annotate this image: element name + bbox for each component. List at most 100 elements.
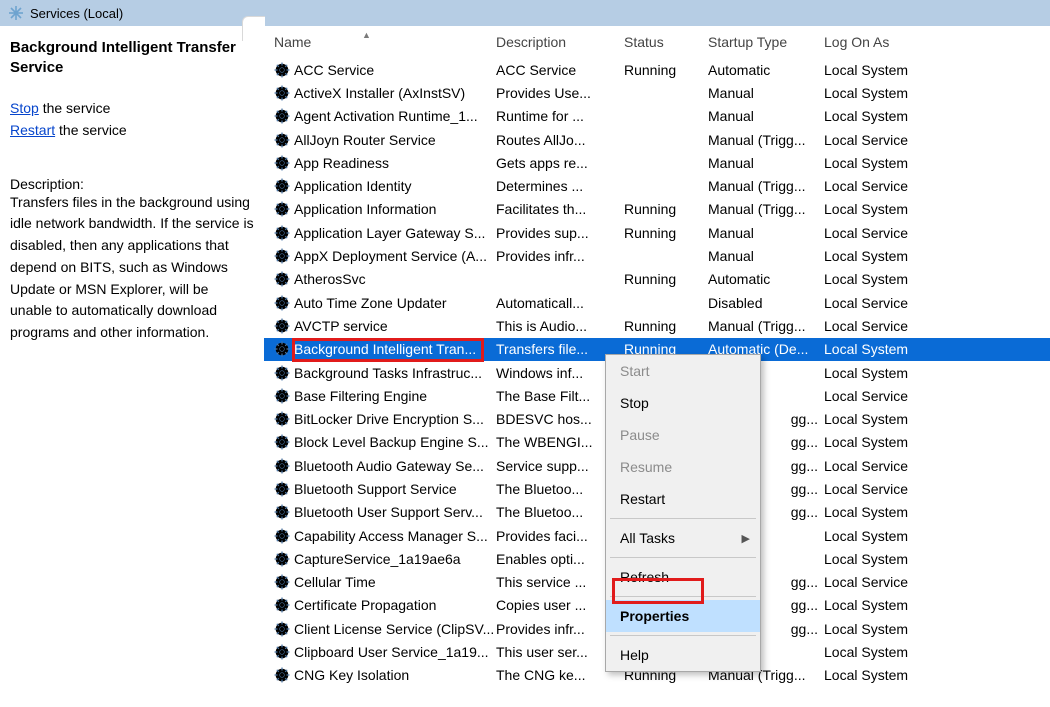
cell-name: Application Identity [294, 178, 496, 194]
cell-startup: Manual [708, 225, 824, 241]
submenu-caret-icon: ▶ [742, 532, 750, 545]
cell-startup: Automatic [708, 271, 824, 287]
column-headers: Name ▲ Description Status Startup Type L… [264, 26, 1050, 58]
service-row[interactable]: App ReadinessGets apps re...ManualLocal … [264, 151, 1050, 174]
gear-icon [274, 574, 290, 590]
cell-logon: Local System [824, 434, 964, 450]
col-description[interactable]: Description [496, 34, 624, 50]
gear-icon [274, 295, 290, 311]
gear-icon [274, 62, 290, 78]
cell-logon: Local System [824, 597, 964, 613]
menu-pause: Pause [606, 419, 760, 451]
cell-status: Running [624, 62, 708, 78]
service-row[interactable]: Application IdentityDetermines ...Manual… [264, 174, 1050, 197]
titlebar: Services (Local) [0, 0, 1050, 26]
cell-description: Provides infr... [496, 248, 624, 264]
menu-stop[interactable]: Stop [606, 387, 760, 419]
cell-logon: Local System [824, 667, 964, 683]
cell-logon: Local Service [824, 481, 964, 497]
cell-logon: Local Service [824, 574, 964, 590]
col-name[interactable]: Name ▲ [274, 34, 496, 50]
cell-logon: Local Service [824, 132, 964, 148]
cell-description: Facilitates th... [496, 201, 624, 217]
cell-status: Running [624, 318, 708, 334]
cell-status: Running [624, 201, 708, 217]
menu-separator [610, 596, 756, 597]
col-startup[interactable]: Startup Type [708, 34, 824, 50]
service-row[interactable]: ActiveX Installer (AxInstSV)Provides Use… [264, 81, 1050, 104]
cell-name: AVCTP service [294, 318, 496, 334]
selected-service-title: Background Intelligent Transfer Service [10, 38, 254, 77]
menu-resume: Resume [606, 451, 760, 483]
restart-suffix: the service [55, 122, 127, 138]
cell-name: Bluetooth User Support Serv... [294, 504, 496, 520]
stop-service-link[interactable]: Stop [10, 100, 39, 116]
cell-logon: Local System [824, 108, 964, 124]
menu-separator [610, 518, 756, 519]
cell-startup: Manual (Trigg... [708, 201, 824, 217]
gear-icon [274, 597, 290, 613]
cell-description: Routes AllJo... [496, 132, 624, 148]
menu-start: Start [606, 355, 760, 387]
service-row[interactable]: AppX Deployment Service (A...Provides in… [264, 244, 1050, 267]
cell-name: AllJoyn Router Service [294, 132, 496, 148]
sort-asc-icon: ▲ [362, 30, 371, 40]
cell-logon: Local Service [824, 225, 964, 241]
cell-name: Auto Time Zone Updater [294, 295, 496, 311]
service-row[interactable]: AtherosSvcRunningAutomaticLocal System [264, 268, 1050, 291]
cell-description: Provides Use... [496, 85, 624, 101]
cell-name: Block Level Backup Engine S... [294, 434, 496, 450]
cell-name: BitLocker Drive Encryption S... [294, 411, 496, 427]
gear-icon [274, 667, 290, 683]
service-row[interactable]: Application InformationFacilitates th...… [264, 198, 1050, 221]
menu-separator [610, 635, 756, 636]
gear-icon [274, 132, 290, 148]
cell-logon: Local Service [824, 178, 964, 194]
col-logon[interactable]: Log On As [824, 34, 964, 50]
gear-icon [274, 108, 290, 124]
gear-icon [274, 85, 290, 101]
service-row[interactable]: AllJoyn Router ServiceRoutes AllJo... Man… [264, 128, 1050, 151]
cell-description: Determines ... [496, 178, 624, 194]
gear-icon [274, 388, 290, 404]
gear-icon [274, 621, 290, 637]
cell-description: Gets apps re... [496, 155, 624, 171]
cell-name: Cellular Time [294, 574, 496, 590]
cell-logon: Local Service [824, 458, 964, 474]
col-status[interactable]: Status [624, 34, 708, 50]
menu-restart[interactable]: Restart [606, 483, 760, 515]
menu-refresh[interactable]: Refresh [606, 561, 760, 593]
cell-status: Running [624, 271, 708, 287]
cell-startup: Manual (Trigg... [708, 132, 824, 148]
menu-all-tasks[interactable]: All Tasks ▶ [606, 522, 760, 554]
gear-icon [274, 178, 290, 194]
cell-name: Agent Activation Runtime_1... [294, 108, 496, 124]
gear-icon [274, 504, 290, 520]
cell-logon: Local System [824, 528, 964, 544]
titlebar-label: Services (Local) [30, 6, 123, 21]
cell-name: Application Information [294, 201, 496, 217]
restart-service-link[interactable]: Restart [10, 122, 55, 138]
cell-name: Bluetooth Support Service [294, 481, 496, 497]
cell-logon: Local System [824, 341, 964, 357]
service-row[interactable]: ACC ServiceACC ServiceRunningAutomaticLo… [264, 58, 1050, 81]
service-row[interactable]: Application Layer Gateway S...Provides s… [264, 221, 1050, 244]
service-row[interactable]: Agent Activation Runtime_1...Runtime for… [264, 105, 1050, 128]
services-app-icon [8, 5, 24, 21]
service-row[interactable]: Auto Time Zone UpdaterAutomaticall...Dis… [264, 291, 1050, 314]
cell-logon: Local System [824, 504, 964, 520]
cell-description: Runtime for ... [496, 108, 624, 124]
cell-name: Capability Access Manager S... [294, 528, 496, 544]
cell-name: Background Tasks Infrastruc... [294, 365, 496, 381]
cell-name: AppX Deployment Service (A... [294, 248, 496, 264]
context-menu: Start Stop Pause Resume Restart All Task… [605, 354, 761, 672]
service-row[interactable]: AVCTP serviceThis is Audio...RunningManu… [264, 314, 1050, 337]
cell-startup: Manual [708, 155, 824, 171]
cell-startup: Manual [708, 85, 824, 101]
menu-properties[interactable]: Properties [606, 600, 760, 632]
cell-logon: Local System [824, 411, 964, 427]
cell-name: Bluetooth Audio Gateway Se... [294, 458, 496, 474]
menu-help[interactable]: Help [606, 639, 760, 671]
cell-name: Base Filtering Engine [294, 388, 496, 404]
description-label: Description: [10, 176, 254, 192]
